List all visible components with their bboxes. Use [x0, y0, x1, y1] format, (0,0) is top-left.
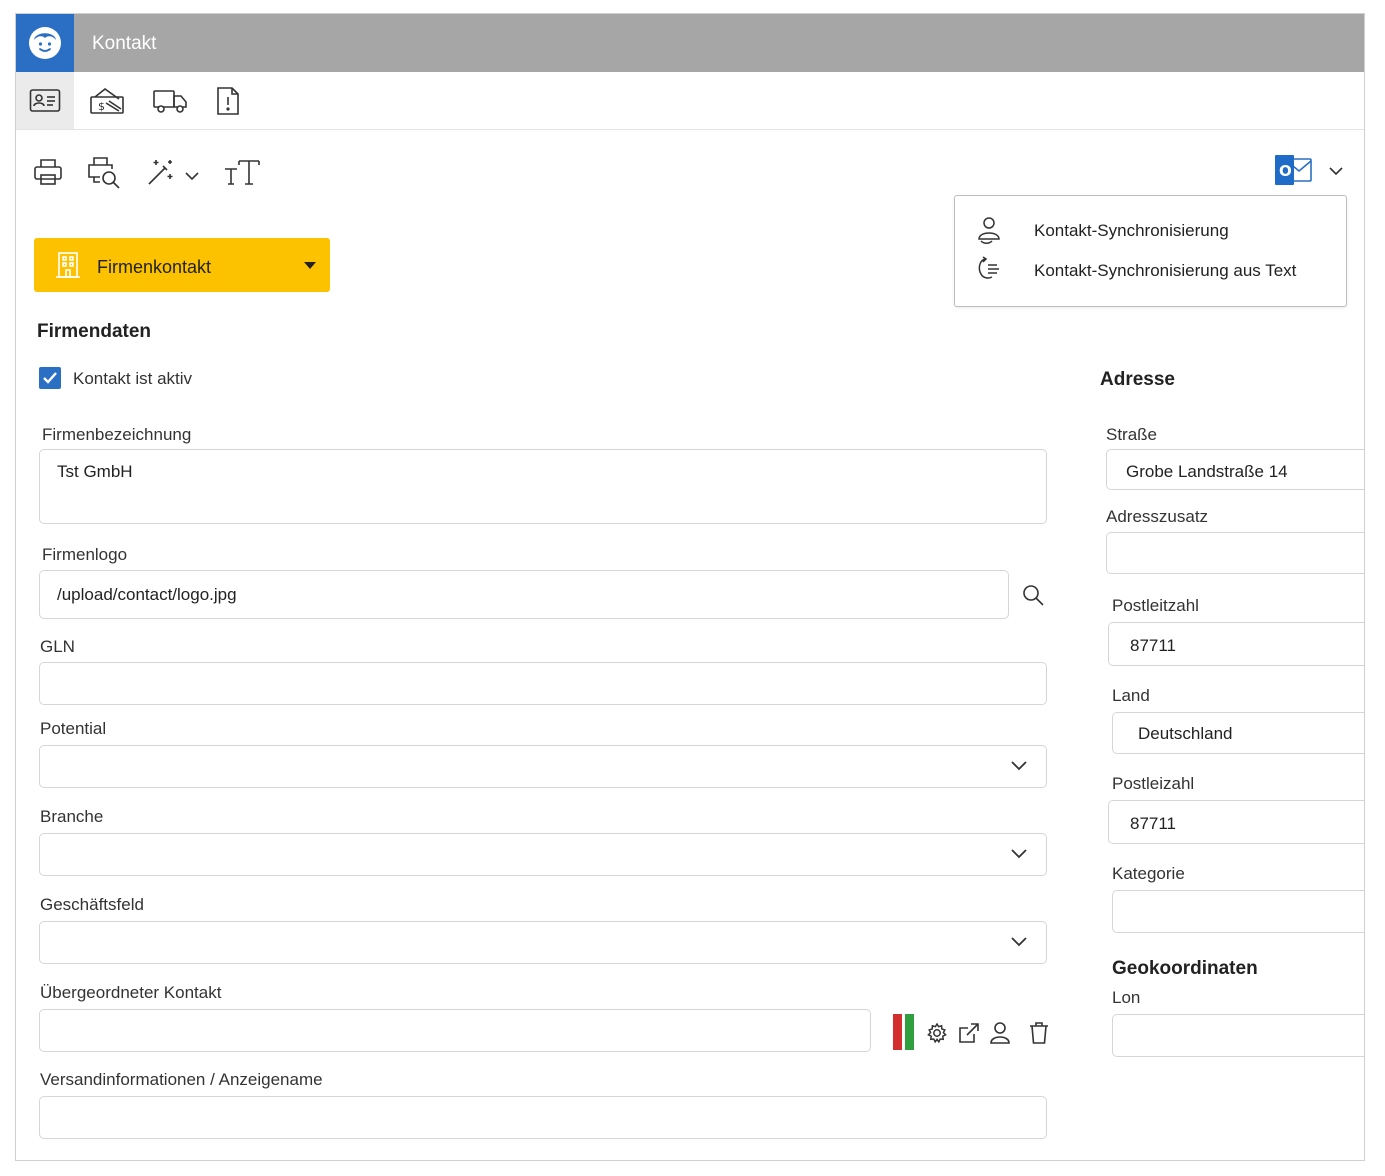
parent-open-button[interactable]	[958, 1022, 982, 1046]
external-link-icon	[959, 1023, 979, 1043]
contact-type-label: Firmenkontakt	[97, 257, 212, 277]
building-icon	[56, 252, 80, 278]
tab-contact[interactable]	[16, 72, 74, 129]
active-checkbox[interactable]	[39, 367, 61, 389]
zip2-input[interactable]: 87711	[1108, 800, 1364, 844]
business-field-select[interactable]	[39, 921, 1047, 964]
gear-icon	[927, 1022, 947, 1044]
address-extra-input[interactable]	[1106, 532, 1364, 574]
zip2-label: Postleizahl	[1112, 774, 1195, 793]
status-indicator	[893, 1014, 915, 1050]
zip2-value: 87711	[1130, 814, 1177, 833]
text-sync-icon	[978, 256, 999, 279]
menu-item-label: Kontakt-Synchronisierung aus Text	[1034, 261, 1297, 280]
section-title-geokoordinaten: Geokoordinaten	[1112, 958, 1258, 979]
text-size-icon	[225, 160, 260, 185]
logo-search-button[interactable]	[1021, 583, 1047, 609]
active-checkbox-label: Kontakt ist aktiv	[73, 369, 193, 388]
company-name-label: Firmenbezeichnung	[42, 425, 192, 444]
lon-label: Lon	[1112, 988, 1141, 1007]
print-button[interactable]	[32, 154, 64, 190]
outlook-button[interactable]: O	[1274, 152, 1354, 190]
company-name-value: Tst GmbH	[57, 462, 133, 481]
chevron-down-icon	[1011, 937, 1027, 947]
app-logo-icon	[16, 14, 74, 72]
street-label: Straße	[1106, 425, 1158, 444]
text-size-button[interactable]	[223, 154, 261, 190]
titlebar: Kontakt	[16, 14, 1364, 72]
branche-select[interactable]	[39, 833, 1047, 876]
outlook-icon: O	[1275, 155, 1312, 185]
shipping-info-label: Versandinformationen / Anzeigename	[40, 1070, 323, 1089]
category-input[interactable]	[1112, 890, 1364, 933]
svg-text:$: $	[98, 100, 105, 113]
chevron-down-icon	[185, 172, 199, 181]
chevron-down-icon	[1011, 849, 1027, 859]
chevron-down-icon	[1329, 167, 1343, 176]
chevron-down-icon	[1011, 761, 1027, 771]
menu-item-contact-sync[interactable]: Kontakt-Synchronisierung	[955, 212, 1348, 252]
caret-down-icon	[304, 262, 316, 269]
street-input[interactable]: Grobe Landstraße 14	[1106, 449, 1364, 490]
lon-input[interactable]	[1112, 1014, 1364, 1057]
branche-label: Branche	[40, 807, 104, 826]
business-field-label: Geschäftsfeld	[40, 895, 144, 914]
country-label: Land	[1112, 686, 1150, 705]
zip-label: Postleitzahl	[1112, 596, 1199, 615]
zip-value: 87711	[1130, 636, 1177, 655]
checkmark-icon	[43, 372, 57, 384]
category-label: Kategorie	[1112, 864, 1185, 883]
country-select[interactable]: Deutschland	[1112, 712, 1364, 754]
magic-wand-button[interactable]	[146, 154, 200, 190]
print-icon	[34, 159, 62, 185]
status-bar-green	[905, 1014, 914, 1050]
logo-label: Firmenlogo	[42, 545, 128, 564]
gln-label: GLN	[40, 637, 75, 656]
company-name-textarea[interactable]: Tst GmbH	[39, 449, 1047, 524]
menu-item-contact-sync-text[interactable]: Kontakt-Synchronisierung aus Text	[955, 252, 1348, 292]
parent-settings-button[interactable]	[926, 1022, 950, 1046]
tab-shipping[interactable]	[141, 72, 199, 129]
logo-input[interactable]: /upload/contact/logo.jpg	[39, 570, 1009, 619]
parent-contact-input[interactable]	[39, 1009, 871, 1052]
user-icon	[990, 1022, 1010, 1044]
parent-user-button[interactable]	[989, 1021, 1013, 1045]
country-value: Deutschland	[1138, 724, 1233, 743]
menu-item-label: Kontakt-Synchronisierung	[1034, 221, 1229, 240]
status-bar-red	[893, 1014, 902, 1050]
potential-select[interactable]	[39, 745, 1047, 788]
shipping-info-input[interactable]	[39, 1096, 1047, 1139]
logo-value: /upload/contact/logo.jpg	[57, 585, 237, 604]
parent-contact-label: Übergeordneter Kontakt	[40, 983, 222, 1002]
svg-text:O: O	[1279, 162, 1292, 180]
street-value: Grobe Landstraße 14	[1126, 462, 1288, 481]
magic-wand-icon	[148, 160, 173, 185]
tab-documents[interactable]	[199, 72, 257, 129]
user-sync-icon	[978, 217, 1000, 244]
zip-input[interactable]: 87711	[1108, 622, 1364, 666]
document-alert-icon	[217, 86, 239, 115]
trash-icon	[1030, 1022, 1048, 1044]
section-title-firmendaten: Firmendaten	[37, 321, 152, 342]
address-extra-label: Adresszusatz	[1106, 507, 1209, 526]
money-hand-icon: $	[90, 87, 124, 114]
outlook-sync-menu: Kontakt-Synchronisierung Kontakt-Synchro…	[954, 195, 1347, 307]
print-preview-button[interactable]	[86, 154, 122, 190]
contact-type-select[interactable]: Firmenkontakt	[34, 238, 330, 292]
print-preview-icon	[88, 157, 120, 189]
gln-input[interactable]	[39, 662, 1047, 705]
section-title-adresse: Adresse	[1100, 369, 1175, 390]
contact-card-icon	[29, 88, 61, 112]
truck-icon	[153, 89, 187, 113]
search-icon	[1023, 585, 1044, 606]
parent-delete-button[interactable]	[1029, 1021, 1051, 1045]
contact-window: Kontakt $ O Kontakt-Synchronisierung Kon…	[15, 13, 1365, 1161]
tabbar: $	[16, 72, 1364, 130]
tab-finance[interactable]: $	[78, 72, 136, 129]
window-title: Kontakt	[92, 33, 157, 54]
potential-label: Potential	[40, 719, 107, 738]
